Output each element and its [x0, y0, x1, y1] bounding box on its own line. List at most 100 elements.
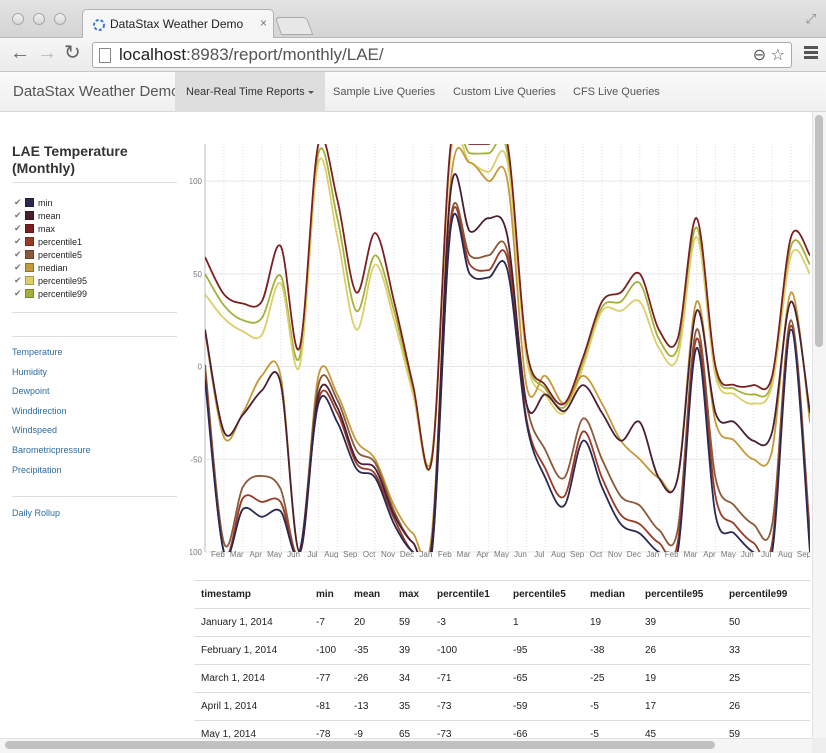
- tab-close-icon[interactable]: ×: [260, 16, 267, 30]
- table-cell: -95: [513, 645, 528, 656]
- column-header[interactable]: median: [590, 581, 625, 609]
- horizontal-scrollbar-thumb[interactable]: [5, 741, 715, 749]
- table-cell: 39: [399, 645, 411, 656]
- y-tick-label: -50: [190, 455, 202, 464]
- legend-swatch: [25, 250, 34, 259]
- table-cell: -59: [513, 701, 528, 712]
- sidebar-link[interactable]: Barometricpressure: [12, 445, 91, 465]
- column-header[interactable]: max: [399, 581, 419, 609]
- table-cell: -25: [590, 673, 605, 684]
- y-tick-label: -100: [190, 548, 203, 557]
- vertical-scrollbar-thumb[interactable]: [815, 115, 823, 347]
- nav-label: Near-Real Time Reports: [186, 86, 305, 98]
- nav-cfs-live-queries[interactable]: CFS Live Queries: [562, 72, 671, 112]
- sidebar-link[interactable]: Dewpoint: [12, 386, 91, 406]
- back-icon[interactable]: ←: [10, 43, 30, 63]
- page-title: LAE Temperature (Monthly): [12, 143, 128, 176]
- x-tick-label: Jul: [307, 550, 317, 558]
- x-tick-label: Aug: [778, 550, 792, 558]
- checkmark-icon[interactable]: ✔: [14, 275, 24, 286]
- window-zoom-button[interactable]: [54, 13, 66, 25]
- column-header[interactable]: percentile95: [645, 581, 703, 609]
- browser-menu-icon[interactable]: [804, 46, 818, 61]
- table-cell: 1: [513, 617, 519, 628]
- legend-item[interactable]: ✔ percentile1: [14, 235, 87, 248]
- x-tick-label: Apr: [703, 550, 716, 558]
- legend-swatch: [25, 211, 34, 220]
- column-header[interactable]: percentile5: [513, 581, 566, 609]
- table-cell: -77: [316, 673, 331, 684]
- table-cell: -5: [590, 701, 599, 712]
- address-bar[interactable]: localhost:8983/report/monthly/LAE/ ⊖ ☆: [92, 42, 792, 68]
- table-cell: March 1, 2014: [201, 673, 265, 684]
- window-close-button[interactable]: [12, 13, 24, 25]
- divider: [12, 182, 177, 183]
- legend-swatch: [25, 289, 34, 298]
- checkmark-icon[interactable]: ✔: [14, 288, 24, 299]
- checkmark-icon[interactable]: ✔: [14, 223, 24, 234]
- column-header[interactable]: percentile99: [729, 581, 787, 609]
- legend-item[interactable]: ✔ mean: [14, 209, 87, 222]
- sidebar-link[interactable]: Windspeed: [12, 425, 91, 445]
- checkmark-icon[interactable]: ✔: [14, 262, 24, 273]
- table-cell: 17: [645, 701, 657, 712]
- table-cell: -38: [590, 645, 605, 656]
- legend-label: mean: [38, 210, 61, 221]
- table-cell: 20: [354, 617, 366, 628]
- loading-favicon-icon: [93, 19, 105, 31]
- legend-item[interactable]: ✔ min: [14, 196, 87, 209]
- forward-icon[interactable]: →: [37, 43, 57, 63]
- zoom-icon[interactable]: ⊖: [753, 47, 766, 64]
- legend-item[interactable]: ✔ percentile5: [14, 248, 87, 261]
- table-cell: February 1, 2014: [201, 645, 278, 656]
- legend-label: percentile99: [38, 288, 88, 299]
- window-minimize-button[interactable]: [33, 13, 45, 25]
- sidebar-link[interactable]: Precipitation: [12, 465, 91, 485]
- new-tab-button[interactable]: [274, 17, 314, 35]
- nav-custom-live-queries[interactable]: Custom Live Queries: [442, 72, 567, 112]
- sidebar-link[interactable]: Humidity: [12, 367, 91, 387]
- sidebar-link[interactable]: Temperature: [12, 347, 91, 367]
- table-cell: 19: [590, 617, 602, 628]
- legend-item[interactable]: ✔ percentile99: [14, 287, 87, 300]
- bookmark-star-icon[interactable]: ☆: [771, 47, 785, 64]
- legend-label: percentile1: [38, 236, 83, 247]
- chart-legend: ✔ min ✔ mean ✔ max ✔ percentile1 ✔ percentile5 ✔ me…: [14, 196, 87, 300]
- daily-rollup-link[interactable]: Daily Rollup: [12, 508, 60, 518]
- fullscreen-icon[interactable]: ⤢: [806, 11, 816, 27]
- column-header[interactable]: mean: [354, 581, 380, 609]
- column-header[interactable]: min: [316, 581, 334, 609]
- url-text[interactable]: localhost:8983/report/monthly/LAE/: [119, 45, 384, 65]
- divider: [12, 312, 177, 313]
- nav-sample-live-queries[interactable]: Sample Live Queries: [322, 72, 446, 112]
- y-tick-label: 100: [190, 177, 203, 186]
- x-tick-label: Nov: [381, 550, 395, 558]
- table-cell: April 1, 2014: [201, 701, 258, 712]
- checkmark-icon[interactable]: ✔: [14, 197, 24, 208]
- brand-title[interactable]: DataStax Weather Demo: [13, 83, 179, 100]
- nav-near-real-time-reports[interactable]: Near-Real Time Reports: [175, 72, 325, 112]
- checkmark-icon[interactable]: ✔: [14, 210, 24, 221]
- legend-item[interactable]: ✔ percentile95: [14, 274, 87, 287]
- legend-item[interactable]: ✔ median: [14, 261, 87, 274]
- table-row: March 1, 2014 -77 -26 34 -71 -65 -25 19 25: [195, 664, 810, 692]
- legend-item[interactable]: ✔ max: [14, 222, 87, 235]
- column-header[interactable]: percentile1: [437, 581, 490, 609]
- x-tick-label: May: [267, 550, 282, 558]
- y-tick-label: 50: [193, 270, 202, 279]
- x-tick-label: Feb: [438, 550, 452, 558]
- url-path: :8983/report/monthly/LAE/: [186, 45, 384, 64]
- legend-swatch: [25, 276, 34, 285]
- temperature-line-chart: 100 50 0 -50 -100 Feb Mar Apr May Jun Jul Aug Sep Oct…: [190, 144, 810, 558]
- table-cell: January 1, 2014: [201, 617, 273, 628]
- checkmark-icon[interactable]: ✔: [14, 236, 24, 247]
- x-tick-label: Sep: [570, 550, 585, 558]
- browser-tab[interactable]: DataStax Weather Demo ×: [82, 9, 274, 38]
- table-cell: -81: [316, 701, 331, 712]
- sidebar-link[interactable]: Winddirection: [12, 406, 91, 426]
- checkmark-icon[interactable]: ✔: [14, 249, 24, 260]
- legend-label: median: [38, 262, 68, 273]
- column-header[interactable]: timestamp: [201, 581, 251, 609]
- table-cell: 33: [729, 645, 741, 656]
- reload-icon[interactable]: ↻: [64, 43, 81, 63]
